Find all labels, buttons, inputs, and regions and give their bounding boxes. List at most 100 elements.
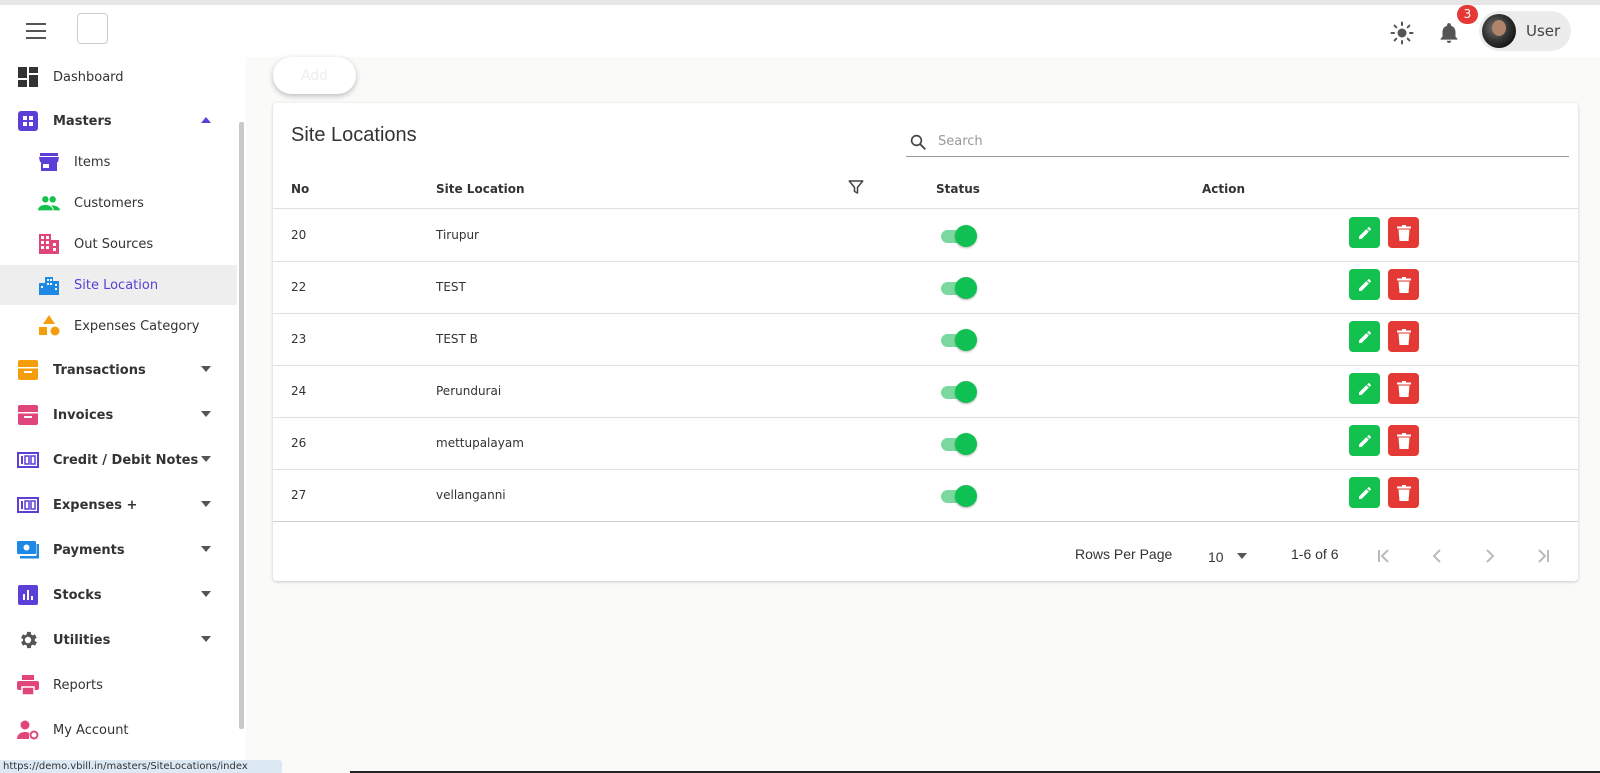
cell-no: 22: [291, 280, 307, 294]
first-page-icon[interactable]: [1374, 546, 1394, 566]
sidebar-item-stocks[interactable]: Stocks: [0, 575, 237, 615]
edit-button[interactable]: [1349, 269, 1380, 300]
delete-button[interactable]: [1388, 373, 1419, 404]
edit-button[interactable]: [1349, 217, 1380, 248]
sidebar-item-utilities[interactable]: Utilities: [0, 620, 237, 660]
table-bottom-divider: [273, 521, 1578, 522]
pagination-range: 1-6 of 6: [1291, 546, 1339, 562]
search-icon: [910, 134, 926, 150]
sidebar-item-label: Items: [74, 154, 111, 170]
column-header-no[interactable]: No: [291, 182, 309, 196]
column-header-status[interactable]: Status: [936, 182, 980, 196]
cell-site-location: Tirupur: [436, 228, 479, 242]
sidebar-item-label: Masters: [53, 113, 112, 129]
city-icon: [38, 274, 60, 296]
shapes-icon: [38, 315, 60, 337]
delete-button[interactable]: [1388, 321, 1419, 352]
user-menu[interactable]: User: [1479, 11, 1571, 51]
delete-button[interactable]: [1388, 425, 1419, 456]
sidebar-item-my-account[interactable]: My Account: [0, 710, 237, 750]
sidebar-item-label: Stocks: [53, 587, 102, 603]
sidebar-item-label: Payments: [53, 542, 125, 558]
user-settings-icon: [17, 719, 39, 741]
chevron-down-icon: [201, 501, 211, 507]
status-toggle[interactable]: [939, 381, 977, 403]
sidebar-item-customers[interactable]: Customers: [0, 183, 237, 223]
next-page-icon[interactable]: [1480, 546, 1500, 566]
add-button[interactable]: Add: [273, 57, 356, 94]
sidebar-item-expenses[interactable]: Expenses +: [0, 485, 237, 525]
cell-site-location: TEST: [436, 280, 466, 294]
notification-bell-icon[interactable]: [1437, 21, 1461, 45]
chevron-down-icon: [201, 591, 211, 597]
rows-per-page-select[interactable]: 10: [1208, 549, 1224, 565]
counter-icon: [17, 494, 39, 516]
edit-button[interactable]: [1349, 321, 1380, 352]
menu-icon[interactable]: [22, 17, 50, 45]
pencil-icon: [1358, 278, 1371, 291]
cell-no: 23: [291, 332, 307, 346]
chevron-down-icon: [201, 411, 211, 417]
edit-button[interactable]: [1349, 373, 1380, 404]
table-row: 24 Perundurai: [273, 365, 1578, 418]
previous-page-icon[interactable]: [1427, 546, 1447, 566]
last-page-icon[interactable]: [1533, 546, 1553, 566]
trash-icon: [1396, 380, 1411, 397]
sidebar-item-credit-debit-notes[interactable]: Credit / Debit Notes: [0, 440, 237, 480]
status-toggle[interactable]: [939, 277, 977, 299]
column-header-action: Action: [1202, 182, 1246, 196]
column-header-site-location[interactable]: Site Location: [436, 182, 525, 196]
filter-icon[interactable]: [847, 178, 865, 196]
bar-chart-icon: [17, 584, 39, 606]
cell-site-location: mettupalayam: [436, 436, 524, 450]
brightness-icon[interactable]: [1390, 21, 1414, 45]
status-toggle[interactable]: [939, 433, 977, 455]
sidebar-item-reports[interactable]: Reports: [0, 665, 237, 705]
sidebar-item-invoices[interactable]: Invoices: [0, 395, 237, 435]
delete-button[interactable]: [1388, 477, 1419, 508]
user-label: User: [1526, 22, 1561, 40]
building-icon: [38, 233, 60, 255]
sidebar-item-label: Utilities: [53, 632, 111, 648]
search-field[interactable]: [906, 127, 1569, 157]
status-toggle[interactable]: [939, 329, 977, 351]
sidebar-item-transactions[interactable]: Transactions: [0, 350, 237, 390]
cell-no: 27: [291, 488, 307, 502]
edit-button[interactable]: [1349, 477, 1380, 508]
sidebar-item-label: My Account: [53, 722, 129, 738]
sidebar-item-site-location[interactable]: Site Location: [0, 265, 237, 305]
sidebar-scrollbar[interactable]: [239, 122, 244, 729]
delete-button[interactable]: [1388, 217, 1419, 248]
sidebar-item-items[interactable]: Items: [0, 142, 237, 182]
sidebar-item-expenses-category[interactable]: Expenses Category: [0, 306, 237, 346]
gear-icon: [17, 629, 39, 651]
pencil-icon: [1358, 382, 1371, 395]
sidebar-item-out-sources[interactable]: Out Sources: [0, 224, 237, 264]
people-icon: [38, 192, 60, 214]
table-row: 23 TEST B: [273, 313, 1578, 366]
status-toggle[interactable]: [939, 225, 977, 247]
search-input[interactable]: [938, 134, 1538, 149]
archive-icon: [17, 404, 39, 426]
sidebar-item-payments[interactable]: Payments: [0, 530, 237, 570]
chevron-down-icon[interactable]: [1237, 553, 1247, 559]
store-icon: [38, 151, 60, 173]
delete-button[interactable]: [1388, 269, 1419, 300]
sidebar-item-label: Customers: [74, 195, 144, 211]
page-title: Site Locations: [291, 124, 417, 146]
status-toggle[interactable]: [939, 485, 977, 507]
pencil-icon: [1358, 434, 1371, 447]
chevron-down-icon: [201, 546, 211, 552]
sidebar-item-label: Invoices: [53, 407, 114, 423]
trash-icon: [1396, 224, 1411, 241]
trash-icon: [1396, 276, 1411, 293]
logo[interactable]: [77, 13, 108, 44]
sidebar-item-label: Expenses Category: [74, 318, 200, 334]
sidebar-item-dashboard[interactable]: Dashboard: [0, 57, 237, 97]
printer-icon: [17, 674, 39, 696]
dashboard-icon: [17, 66, 39, 88]
table-row: 22 TEST: [273, 261, 1578, 314]
sidebar-item-label: Reports: [53, 677, 103, 693]
edit-button[interactable]: [1349, 425, 1380, 456]
sidebar-item-masters[interactable]: Masters: [0, 101, 237, 141]
